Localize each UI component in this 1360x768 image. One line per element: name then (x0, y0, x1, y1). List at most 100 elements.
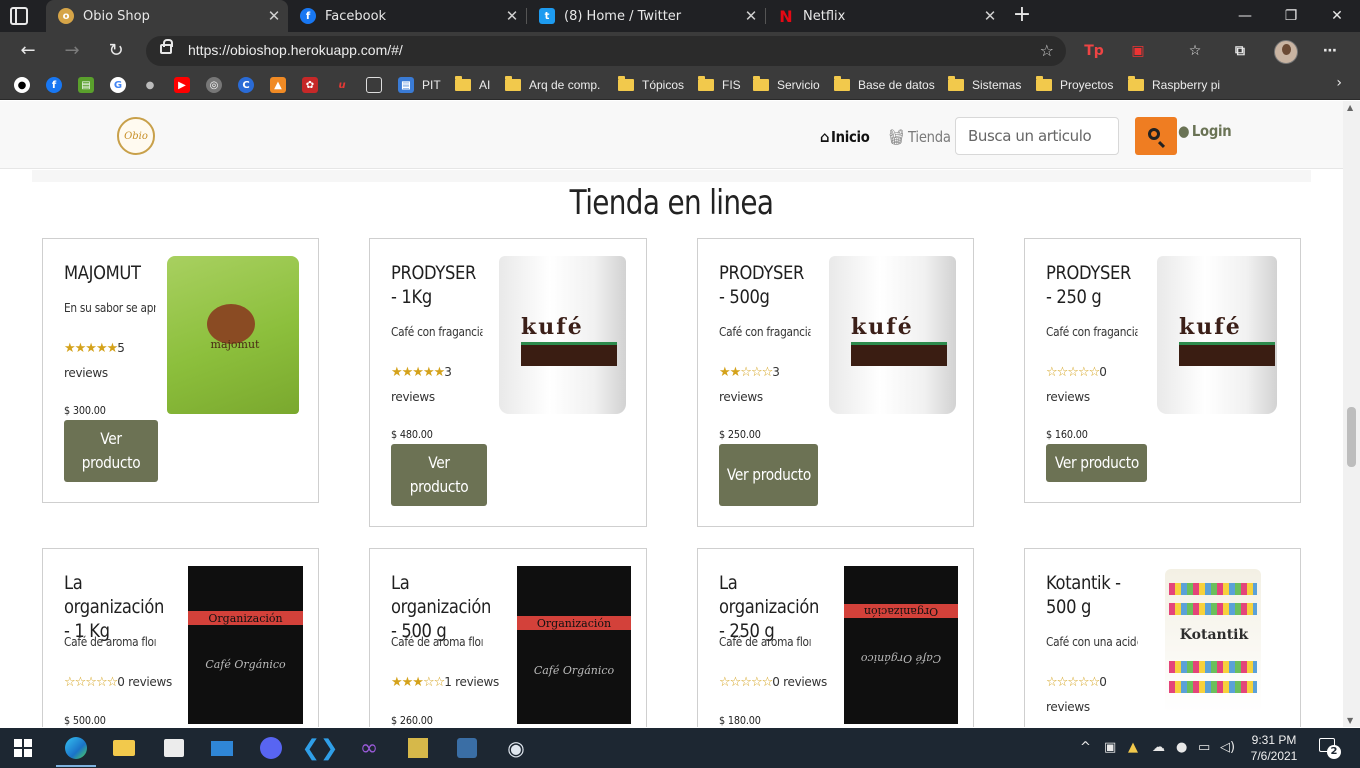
bookmark-folder-sistemas[interactable]: Sistemas (948, 76, 1021, 94)
product-name: La organización - 1 Kg (64, 572, 165, 642)
sourceforge-icon[interactable]: ▲ (270, 77, 286, 93)
onedrive-icon[interactable]: ☁ (1152, 740, 1165, 755)
excel-sheets-icon[interactable] (404, 734, 432, 762)
bookmark-label: Arq de comp. (529, 78, 601, 92)
bookmark-folder-raspberry[interactable]: Raspberry pi (1128, 76, 1220, 94)
extension-lock-icon[interactable]: ▣ (1128, 41, 1148, 61)
browser-toolbar: ← → ↻ https://obioshop.herokuapp.com/#/ … (0, 32, 1360, 70)
volume-icon[interactable]: ◁) (1220, 740, 1235, 755)
lock-icon[interactable] (160, 39, 173, 54)
url-text[interactable]: https://obioshop.herokuapp.com/#/ (188, 42, 403, 58)
tab-twitter[interactable]: t (8) Home / Twitter ✕ (527, 0, 765, 32)
profile-avatar[interactable] (1274, 40, 1298, 64)
steam-icon[interactable]: ◉ (502, 734, 530, 762)
tab-actions-icon[interactable] (10, 7, 28, 25)
wireshark-icon[interactable] (453, 734, 481, 762)
bookmark-folder-topicos[interactable]: Tópicos (618, 76, 684, 94)
security-warning-icon[interactable]: ▲ (1128, 740, 1138, 755)
image-label: Café Orgánico (205, 658, 286, 671)
product-image[interactable]: Organización Café Orgánico (188, 566, 303, 724)
notification-center-icon[interactable]: 2 (1319, 738, 1341, 759)
chevron-right-icon[interactable]: › (1336, 75, 1342, 91)
close-tab-icon[interactable]: ✕ (260, 7, 288, 25)
image-label: kufé (851, 314, 914, 340)
bookmark-folder-servicio[interactable]: Servicio (753, 76, 820, 94)
nav-login-link[interactable]: ● Login (1178, 122, 1232, 140)
c-bookmark-icon[interactable]: C (238, 77, 254, 93)
new-tab-button[interactable]: + (1011, 4, 1033, 28)
scroll-thumb[interactable] (1347, 407, 1356, 467)
nav-home-link[interactable]: ⌂ Inicio (820, 128, 870, 146)
forward-icon[interactable]: → (61, 40, 83, 62)
edge-icon[interactable] (56, 734, 96, 767)
scroll-up-icon[interactable]: ▲ (1347, 103, 1353, 112)
show-hidden-icons[interactable]: ^ (1080, 740, 1091, 755)
product-image[interactable]: kufé (499, 256, 626, 414)
visual-studio-icon[interactable]: ∞ (355, 734, 383, 762)
youtube-icon[interactable]: ▶ (174, 77, 190, 93)
minimize-icon[interactable]: — (1222, 0, 1268, 32)
system-clock[interactable]: 9:31 PM 7/6/2021 (1242, 732, 1306, 764)
bookmark-label: PIT (422, 78, 441, 92)
product-image[interactable]: Organización Café Orgánico (844, 566, 958, 724)
favorites-icon[interactable]: ☆ (1185, 41, 1205, 61)
vscode-icon[interactable]: ❮❯ (302, 734, 339, 762)
close-tab-icon[interactable]: ✕ (976, 7, 1004, 25)
u-bookmark-icon[interactable]: u (334, 77, 350, 93)
nav-shop-link[interactable]: 🧺︎ Tienda (888, 128, 951, 146)
bookmark-pit[interactable]: ▤ PIT (398, 76, 441, 94)
facebook-bookmark-icon[interactable]: f (46, 77, 62, 93)
tray-app-icon[interactable]: ▣ (1104, 740, 1116, 755)
bookmark-folder-fis[interactable]: FIS (698, 76, 741, 94)
close-tab-icon[interactable]: ✕ (498, 7, 526, 25)
view-product-button[interactable]: Ver producto (391, 444, 487, 506)
product-image[interactable]: kufé (829, 256, 956, 414)
windows-start-icon[interactable] (14, 739, 32, 757)
collections-icon[interactable]: ⧉ (1230, 41, 1250, 61)
view-product-button[interactable]: Ver producto (719, 444, 818, 506)
apple-icon[interactable]: ● (142, 77, 158, 93)
close-tab-icon[interactable]: ✕ (737, 7, 765, 25)
huawei-icon[interactable]: ✿ (302, 77, 318, 93)
close-window-icon[interactable]: ✕ (1314, 0, 1360, 32)
network-icon[interactable]: ▭ (1198, 740, 1210, 755)
page-scrollbar[interactable]: ▲ ▼ (1343, 101, 1360, 727)
product-image[interactable]: Kotantik (1165, 569, 1261, 713)
view-product-button[interactable]: Ver producto (1046, 444, 1147, 482)
restore-icon[interactable]: ❐ (1268, 0, 1314, 32)
tab-netflix[interactable]: N Netflix ✕ (766, 0, 1004, 32)
google-icon[interactable]: G (110, 77, 126, 93)
add-favorite-icon[interactable]: ☆ (1040, 41, 1054, 60)
store-icon[interactable] (160, 734, 188, 762)
site-logo[interactable]: Obio (117, 117, 155, 155)
product-rating: ☆☆☆☆☆0 reviews (1046, 360, 1150, 409)
github-icon[interactable]: ● (14, 77, 30, 93)
address-bar[interactable]: https://obioshop.herokuapp.com/#/ ☆ (146, 36, 1066, 66)
back-icon[interactable]: ← (17, 40, 39, 62)
product-image[interactable]: Organización Café Orgánico (517, 566, 631, 724)
bookmark-folder-arq[interactable]: Arq de comp. (505, 76, 600, 94)
bookmark-folder-bd[interactable]: Base de datos (834, 76, 935, 94)
search-button[interactable] (1135, 117, 1177, 155)
mail-icon[interactable] (208, 734, 236, 762)
folder-icon (618, 76, 634, 91)
university-icon[interactable]: ◎ (206, 77, 222, 93)
microphone-icon[interactable]: ● (1176, 740, 1187, 755)
tab-facebook[interactable]: f Facebook ✕ (288, 0, 526, 32)
page-icon[interactable] (366, 77, 382, 93)
view-product-button[interactable]: Ver producto (64, 420, 158, 482)
classroom-icon[interactable]: ▤ (78, 77, 94, 93)
scroll-down-icon[interactable]: ▼ (1347, 716, 1353, 725)
refresh-icon[interactable]: ↻ (105, 40, 127, 62)
bookmark-folder-ai[interactable]: AI (455, 76, 490, 94)
search-input[interactable] (955, 117, 1119, 155)
file-explorer-icon[interactable] (110, 734, 138, 762)
settings-more-icon[interactable]: ⋯ (1320, 41, 1340, 61)
product-image[interactable]: majomut (167, 256, 299, 414)
bookmark-folder-proyectos[interactable]: Proyectos (1036, 76, 1113, 94)
discord-icon[interactable] (257, 734, 285, 762)
product-image[interactable]: kufé (1157, 256, 1277, 414)
image-label: Café Orgánico (533, 664, 615, 677)
extension-tp-icon[interactable]: Tp (1084, 41, 1104, 61)
tab-obio-shop[interactable]: o Obio Shop ✕ (46, 0, 288, 32)
